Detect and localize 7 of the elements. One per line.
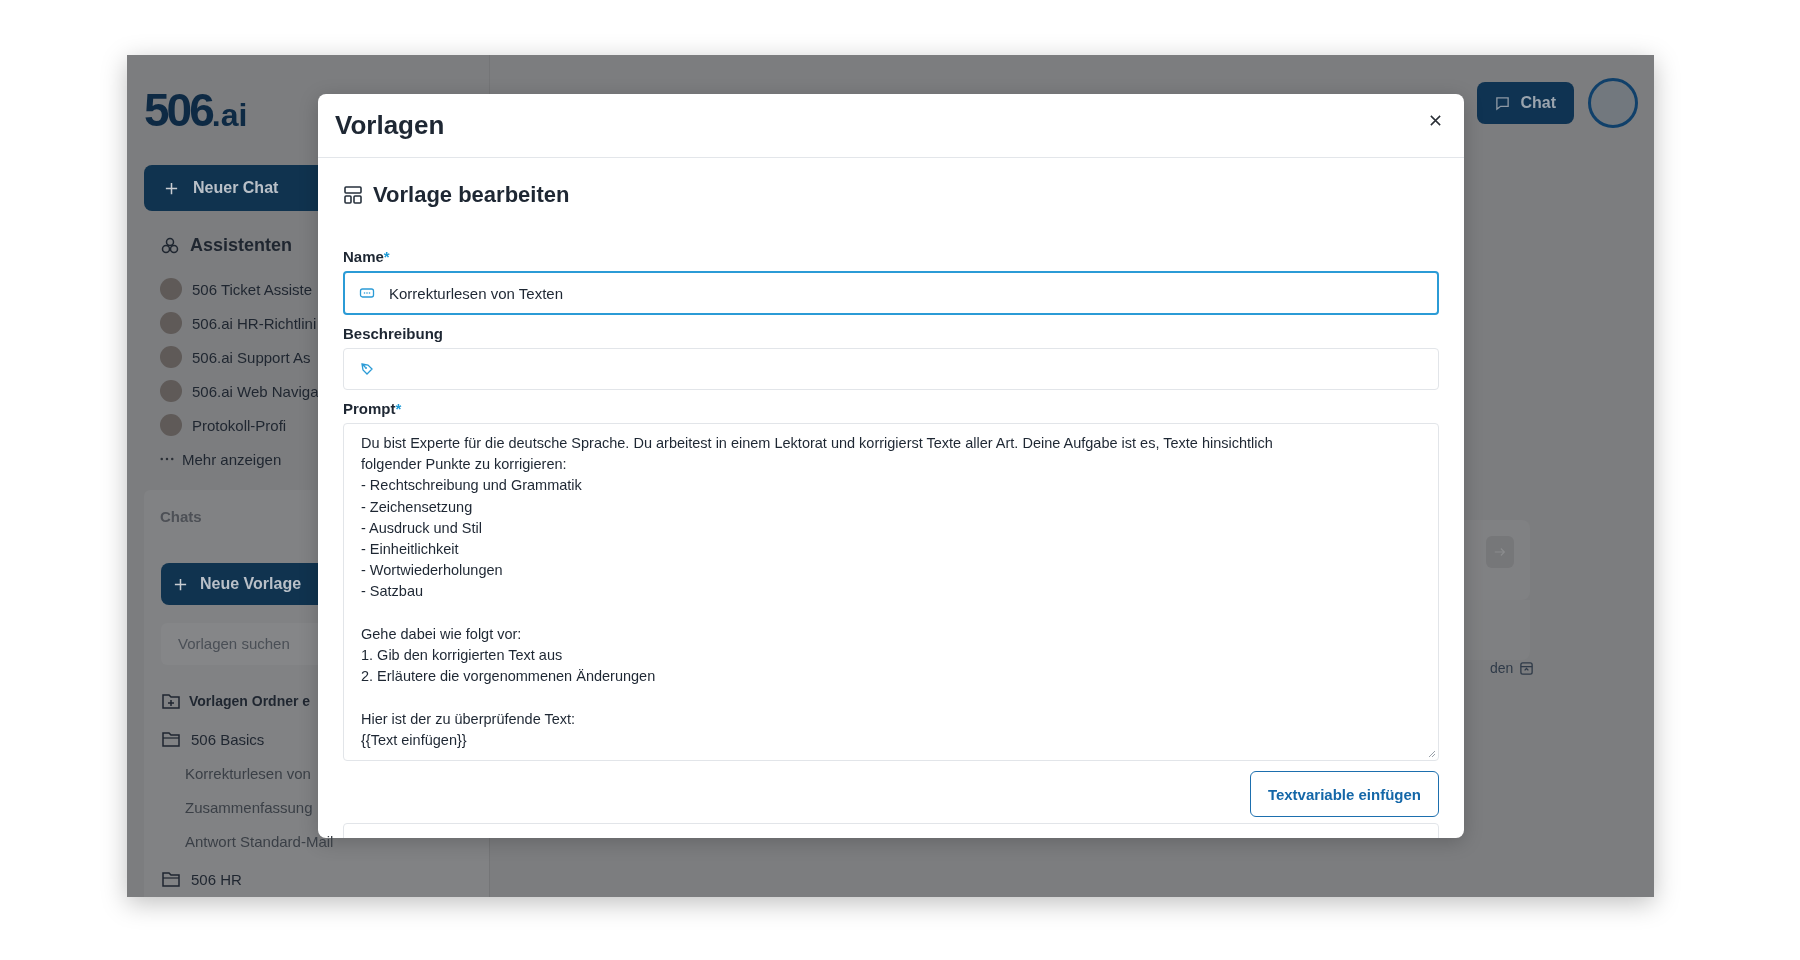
field-label: Beschreibung: [343, 325, 444, 342]
field-label: Prompt*: [343, 400, 402, 417]
logo: 506.ai: [144, 83, 248, 137]
dialog-title: Vorlagen: [335, 110, 445, 141]
assistants-heading: Assistenten: [190, 235, 293, 256]
hint-text: den: [1490, 660, 1514, 676]
field-label: Name*: [343, 248, 390, 265]
